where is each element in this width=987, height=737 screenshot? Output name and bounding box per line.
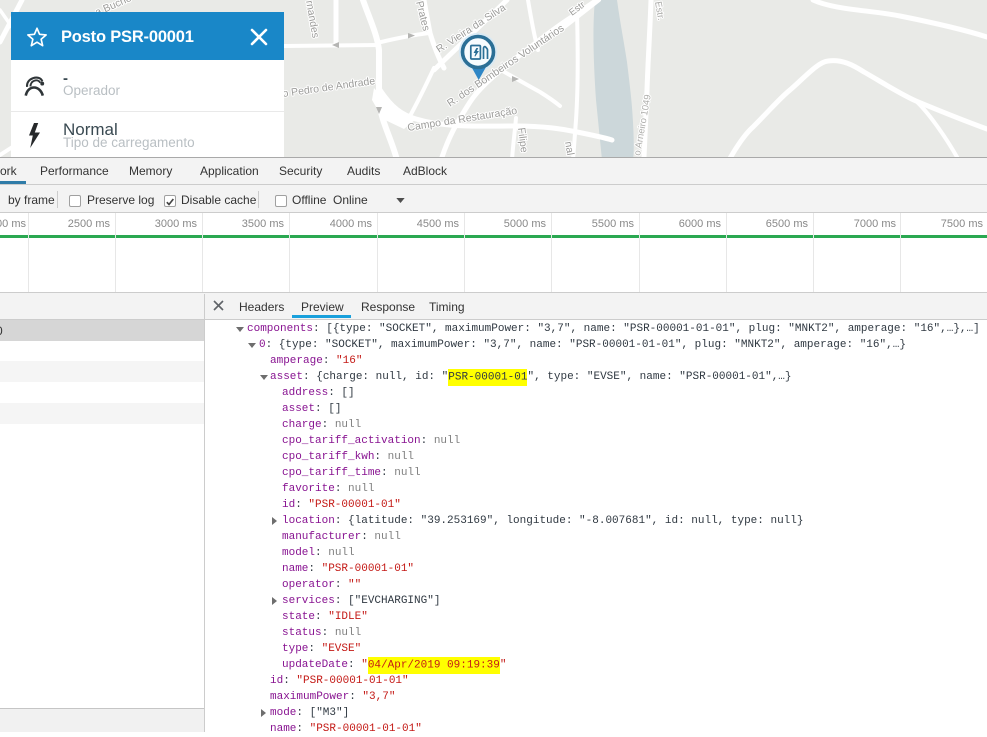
svg-text:nal: nal — [562, 140, 576, 156]
